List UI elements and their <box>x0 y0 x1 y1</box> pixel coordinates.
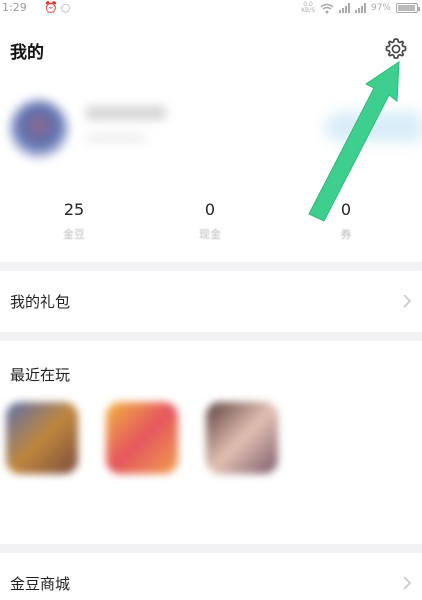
section-divider <box>0 544 422 553</box>
stat-gold-beans[interactable]: 25 金豆 <box>24 200 124 242</box>
stat-cash[interactable]: 0 现金 <box>160 200 260 242</box>
recent-game-thumbnail[interactable] <box>6 402 78 474</box>
status-left-icons: ⏰○ <box>44 1 73 14</box>
user-subtitle-blurred <box>86 134 146 142</box>
status-time: 1:29 <box>2 1 27 14</box>
stat-value: 25 <box>63 200 85 219</box>
qq-icon: ○ <box>60 1 74 14</box>
settings-button[interactable] <box>380 33 412 65</box>
battery-text: 97% <box>370 3 391 13</box>
stat-coupons[interactable]: 0 券 <box>296 200 396 242</box>
stat-value: 0 <box>204 200 216 219</box>
section-divider <box>0 262 422 271</box>
gift-label: 我的礼包 <box>10 293 71 311</box>
page-title: 我的 <box>10 43 44 63</box>
alarm-icon: ⏰ <box>44 1 61 14</box>
signal-icon <box>338 3 350 13</box>
shop-label: 金豆商城 <box>10 575 71 593</box>
section-divider <box>0 332 422 341</box>
gear-icon <box>385 38 407 59</box>
stat-label: 金豆 <box>63 228 85 241</box>
status-right: 0.0 KB/S 97% <box>301 0 420 16</box>
stat-label: 券 <box>340 228 352 241</box>
avatar[interactable] <box>10 100 68 158</box>
gold-bean-shop-row[interactable]: 金豆商城 <box>0 553 422 600</box>
stat-label: 现金 <box>199 228 221 241</box>
recent-game-thumbnail[interactable] <box>106 402 178 474</box>
gift-row[interactable]: 我的礼包 <box>0 271 422 331</box>
chevron-right-icon <box>400 291 414 311</box>
user-name-blurred <box>86 106 166 120</box>
network-speed: 0.0 KB/S <box>301 1 315 14</box>
stat-value: 0 <box>340 200 352 219</box>
wifi-icon <box>320 3 334 13</box>
battery-icon <box>396 3 420 13</box>
recent-game-thumbnail[interactable] <box>206 402 278 474</box>
chevron-right-icon <box>400 573 414 593</box>
status-bar: 1:29 ⏰○ 0.0 KB/S 97% <box>0 0 422 20</box>
vip-badge-blurred[interactable] <box>325 112 422 142</box>
signal-icon <box>354 3 366 13</box>
recent-games-title: 最近在玩 <box>10 366 71 384</box>
